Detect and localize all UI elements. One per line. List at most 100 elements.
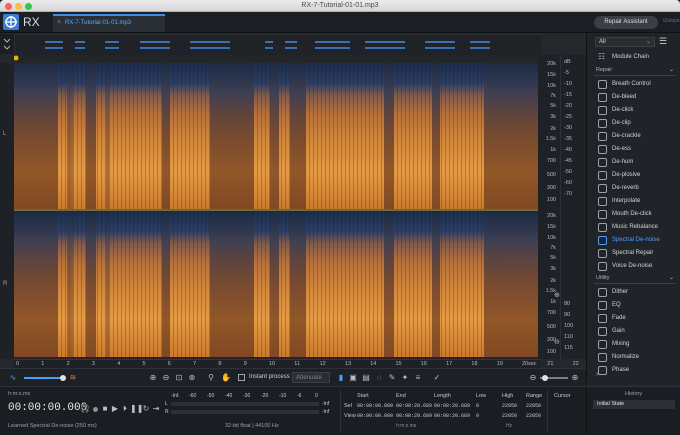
module-item[interactable]: De-ess [587,143,680,156]
view-low-field[interactable]: 0 [476,413,479,419]
module-icon [598,366,607,375]
module-item[interactable]: Music Rebalance [587,221,680,234]
lasso-icon[interactable]: ◌ [374,373,384,383]
bottom-toolbar: ∿ ≋ ⊕ ⊖ ⊡ ⊗ ⚲ ✋ Instant process Attenuat… [0,368,586,386]
close-tab-icon[interactable]: × [57,19,61,26]
module-label: Spectral De-noise [612,237,660,243]
module-filter-select[interactable]: All ⌄ [595,37,655,47]
module-icon [598,158,607,167]
stop-icon[interactable]: ■ [100,404,110,414]
sel-start-field[interactable]: 00:00:00.000 [357,403,393,409]
module-icon [598,249,607,258]
sel-low-field[interactable]: 0 [476,403,479,409]
db-tick-label: -50 [564,169,572,175]
history-item[interactable]: Initial State [593,400,675,409]
freq-selection-icon[interactable]: ▤ [361,373,371,383]
sel-range-field[interactable]: 22050 [526,403,541,409]
play-selection-icon[interactable]: ⏵ [120,404,130,414]
view-range-field[interactable]: 22050 [526,413,541,419]
module-item[interactable]: De-reverb [587,182,680,195]
app-logo-text: RX [23,15,40,29]
zoom-in-horizontal-icon[interactable]: ⊕ [570,373,580,383]
loop-icon[interactable]: ↻ [141,404,151,414]
spectrogram-blend-slider[interactable] [24,375,66,381]
instant-process-checkbox[interactable] [238,374,245,381]
utility-section-header[interactable]: Utility ⌄ [594,274,676,284]
zoom-out-icon[interactable]: ⊖ [161,373,171,383]
record-button[interactable] [93,407,98,412]
time-axis[interactable]: 01234567891011121314151617181920212223se… [14,359,604,368]
module-item[interactable]: Fade [587,312,680,325]
module-item[interactable]: De-click [587,104,680,117]
top-ruler[interactable] [13,55,540,63]
module-item[interactable]: De-clip [587,117,680,130]
zoom-out-vertical-icon[interactable]: ⊖ [554,338,560,346]
waveform-overview[interactable] [14,34,541,55]
zoom-tool-icon[interactable]: ⚲ [206,373,216,383]
module-item[interactable]: De-crackle [587,130,680,143]
repair-assistant-button[interactable]: Repair Assistant [594,16,658,29]
file-tab[interactable]: × RX-7-Tutorial-01-01.mp3 [53,14,165,32]
instant-process-mode-select[interactable]: Attenuate [292,372,330,383]
col-high: High [502,393,514,399]
overview-toggle[interactable] [0,34,14,54]
module-item[interactable]: De-plosive [587,169,680,182]
panel-menu-icon[interactable]: ☰ [659,36,667,47]
db-tick-label: -25 [564,114,572,120]
module-item[interactable]: Interpolate [587,195,680,208]
spectrogram-view[interactable] [14,63,538,359]
brush-icon[interactable]: ✎ [387,373,397,383]
spectrogram-toggle-icon[interactable]: ≋ [68,373,78,383]
sel-end-field[interactable]: 00:00:20.689 [396,403,432,409]
repair-section-header[interactable]: Repair ⌄ [594,66,676,76]
zoom-selection-icon[interactable]: ⊡ [174,373,184,383]
module-item[interactable]: Breath Control [587,78,680,91]
time-unit-label: h:m:s.ms [396,423,417,429]
spectrogram-channel-left[interactable] [14,63,538,209]
zoom-in-vertical-icon[interactable]: ⊕ [554,291,560,299]
spectrogram-channel-right[interactable] [14,211,538,357]
headphones-icon[interactable]: 🎧 [80,404,90,414]
module-item[interactable]: Voice De-noise [587,260,680,273]
module-item[interactable]: De-bleed [587,91,680,104]
freq-tick-label: 1k [550,147,556,153]
waveform-toggle-icon[interactable]: ∿ [8,373,18,383]
rect-selection-icon[interactable]: ▣ [348,373,358,383]
pause-icon[interactable]: ❚❚ [130,404,143,414]
view-length-field[interactable]: 00:00:20.689 [434,413,470,419]
sel-high-field[interactable]: 22050 [502,403,517,409]
sel-length-field[interactable]: 00:00:20.689 [434,403,470,409]
frequency-axis[interactable]: 20k 15k 10k 7k 5k 3k 2k 1.5k 1k 700 500 300 100 20k 15… [538,55,560,359]
time-selection-icon[interactable]: ▮ [336,373,346,383]
module-item[interactable]: Spectral De-noise [587,234,680,247]
module-item[interactable]: EQ [587,299,680,312]
freq-tick-label: 100 [546,349,556,355]
module-chain-button[interactable]: ☷ Module Chain [587,51,680,64]
pencil-icon[interactable]: ✓ [432,373,442,383]
view-high-field[interactable]: 22050 [502,413,517,419]
module-item[interactable]: Spectral Repair [587,247,680,260]
module-item[interactable]: Mouth De-click [587,208,680,221]
module-item[interactable]: Normalize [587,351,680,364]
module-item[interactable]: Phase [587,364,680,377]
meter-label-right: R [165,409,169,415]
zoom-out-horizontal-icon[interactable]: ⊖ [528,373,538,383]
view-start-field[interactable]: 00:00:00.000 [357,413,393,419]
play-icon[interactable]: ▶ [110,404,120,414]
zoom-in-icon[interactable]: ⊕ [148,373,158,383]
module-item[interactable]: Dither [587,286,680,299]
harmonic-selection-icon[interactable]: ≡ [413,373,423,383]
module-item[interactable]: De-hum [587,156,680,169]
module-icon [598,236,607,245]
zoom-full-icon[interactable]: ⊗ [187,373,197,383]
module-item[interactable]: Mixing [587,338,680,351]
view-end-field[interactable]: 00:00:20.689 [396,413,432,419]
horizontal-zoom-slider[interactable] [540,375,568,381]
time-format-select[interactable]: h:m:s.ms [8,391,30,397]
hand-tool-icon[interactable]: ✋ [221,373,231,383]
db-axis[interactable]: dB -5 -10 -15 -20 -25 -30 -35 -40 -45 -50 -60 -70 80 9… [554,55,586,359]
magic-wand-icon[interactable]: ✦ [400,373,410,383]
module-icon [598,80,607,89]
module-item[interactable]: Gain [587,325,680,338]
skip-icon[interactable]: ⇥ [151,404,161,414]
